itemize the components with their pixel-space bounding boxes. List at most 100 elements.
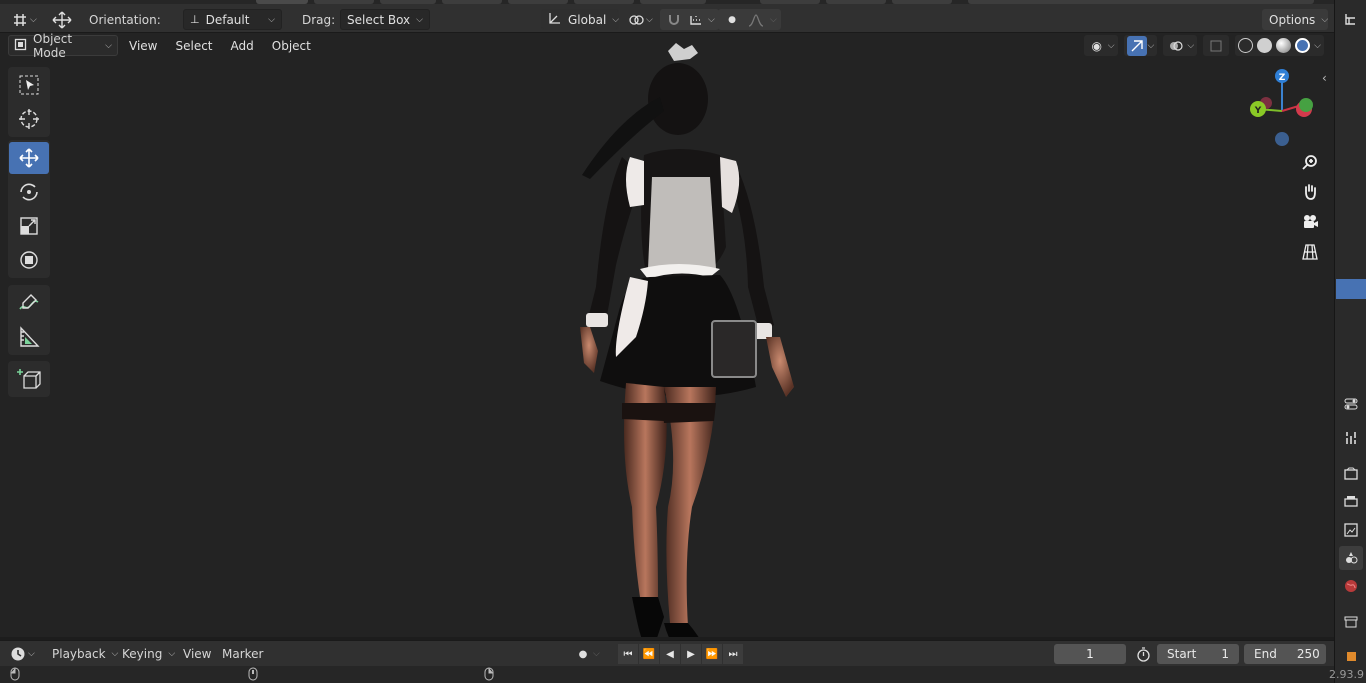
scale-tool[interactable] bbox=[9, 210, 49, 242]
3d-viewport[interactable]: Object Mode ⌵ View Select Add Object ◉ ⌵… bbox=[0, 33, 1334, 637]
chevron-down-icon: ⌵ bbox=[708, 14, 715, 25]
falloff-curve-icon[interactable] bbox=[746, 10, 766, 30]
next-keyframe-icon[interactable]: ⏩ bbox=[702, 644, 722, 664]
clock-icon bbox=[8, 644, 28, 664]
tool-group-select bbox=[8, 67, 50, 137]
move-tool[interactable] bbox=[9, 142, 49, 174]
chevron-down-icon: ⌵ bbox=[416, 14, 423, 25]
current-frame-value: 1 bbox=[1054, 644, 1126, 664]
world-tab-icon[interactable] bbox=[1339, 574, 1363, 598]
proportional-editing-icon[interactable]: ● bbox=[722, 10, 742, 30]
menu-view[interactable]: View bbox=[122, 35, 164, 56]
timeline-view-menu[interactable]: View bbox=[177, 644, 217, 664]
pivot-point-dropdown[interactable]: ⌵ bbox=[626, 9, 653, 30]
gizmo-z-label: Z bbox=[1279, 73, 1286, 83]
gizmo-toggle[interactable]: ⌵ bbox=[1123, 35, 1158, 56]
view-layer-tab-icon[interactable] bbox=[1339, 518, 1363, 542]
wireframe-shading-icon[interactable] bbox=[1238, 38, 1254, 53]
chevron-down-icon: ⌵ bbox=[1147, 40, 1155, 51]
menu-object[interactable]: Object bbox=[265, 35, 318, 56]
mouse-left-icon bbox=[10, 667, 20, 683]
camera-view-icon[interactable] bbox=[1296, 208, 1324, 236]
chevron-down-icon: ⌵ bbox=[593, 649, 600, 659]
start-frame-field[interactable]: Start 1 bbox=[1157, 644, 1239, 664]
timeline-editor-type[interactable]: ⌵ bbox=[8, 644, 35, 664]
collection-tab-icon[interactable] bbox=[1339, 610, 1363, 634]
gizmo-y-label: Y bbox=[1254, 106, 1262, 116]
snap-increment-icon[interactable] bbox=[686, 10, 706, 30]
end-frame-field[interactable]: End 250 bbox=[1244, 644, 1326, 664]
orientation-label: Orientation: bbox=[89, 12, 161, 27]
menu-add[interactable]: Add bbox=[224, 35, 261, 56]
playback-controls: ⏮ ⏪ ◀ ▶ ⏩ ⏭ bbox=[618, 644, 743, 664]
output-tab-icon[interactable] bbox=[1339, 490, 1363, 514]
stopwatch-icon bbox=[1133, 644, 1153, 664]
play-reverse-icon[interactable]: ◀ bbox=[660, 644, 680, 664]
editor-type-button[interactable]: ⌵ bbox=[10, 9, 37, 30]
zoom-icon[interactable] bbox=[1296, 148, 1324, 176]
marker-label: Marker bbox=[222, 647, 264, 661]
add-cube-tool[interactable] bbox=[9, 363, 49, 395]
select-box-tool[interactable] bbox=[9, 69, 49, 101]
playback-menu[interactable]: Playback ⌵ bbox=[46, 644, 118, 664]
global-axis-icon bbox=[548, 11, 562, 28]
prev-keyframe-icon[interactable]: ⏪ bbox=[639, 644, 659, 664]
tool-group-add bbox=[8, 361, 50, 397]
transform-orientation-value: Global bbox=[568, 12, 607, 27]
annotate-tool[interactable] bbox=[9, 287, 49, 319]
pan-hand-icon[interactable] bbox=[1296, 178, 1324, 206]
chevron-down-icon: ⌵ bbox=[1187, 40, 1195, 51]
workspace-tabs-strip bbox=[0, 0, 1334, 4]
rotate-tool[interactable] bbox=[9, 176, 49, 208]
solid-shading-icon[interactable] bbox=[1257, 38, 1273, 53]
render-tab-icon[interactable] bbox=[1339, 462, 1363, 486]
start-value: 1 bbox=[1221, 647, 1229, 661]
options-dropdown[interactable]: Options ⌵ bbox=[1262, 9, 1328, 30]
character-model[interactable] bbox=[560, 37, 820, 637]
perspective-grid-icon[interactable] bbox=[1296, 238, 1324, 266]
jump-start-icon[interactable]: ⏮ bbox=[618, 644, 638, 664]
sidebar-selection-marker bbox=[1336, 279, 1366, 299]
cursor-tool[interactable] bbox=[9, 103, 49, 135]
chevron-down-icon[interactable]: ⌵ bbox=[1314, 41, 1321, 51]
navigation-gizmo[interactable]: Z Y bbox=[1244, 69, 1324, 149]
drag-label: Drag: bbox=[302, 12, 336, 27]
current-frame-field[interactable]: 1 bbox=[1054, 644, 1126, 664]
xray-toggle[interactable] bbox=[1203, 35, 1230, 56]
chevron-down-icon: ⌵ bbox=[168, 649, 176, 659]
viewport-shading-controls: ◉ ⌵ ⌵ ⌵ ⌵ bbox=[1083, 35, 1324, 56]
transform-tool[interactable] bbox=[9, 244, 49, 276]
play-icon[interactable]: ▶ bbox=[681, 644, 701, 664]
measure-tool[interactable] bbox=[9, 321, 49, 353]
visibility-dropdown[interactable]: ◉ ⌵ bbox=[1083, 35, 1118, 56]
chevron-down-icon: ⌵ bbox=[646, 14, 653, 25]
orientation-value: Default bbox=[205, 12, 250, 27]
menu-select[interactable]: Select bbox=[168, 35, 219, 56]
scene-tab-icon[interactable] bbox=[1339, 546, 1363, 570]
drag-value: Select Box bbox=[347, 12, 411, 27]
object-tab-icon[interactable] bbox=[1339, 644, 1363, 668]
transform-tool-icon[interactable] bbox=[50, 9, 74, 30]
overlays-toggle[interactable]: ⌵ bbox=[1163, 35, 1198, 56]
keying-menu[interactable]: Keying ⌵ bbox=[116, 644, 175, 664]
orientation-dropdown[interactable]: ⊥ Default ⌵ bbox=[183, 9, 282, 30]
marker-menu[interactable]: Marker bbox=[216, 644, 269, 664]
snapping-group: ⌵ bbox=[660, 9, 719, 30]
pivot-point-icon bbox=[626, 10, 646, 30]
material-shading-icon[interactable] bbox=[1276, 38, 1292, 53]
playback-label: Playback bbox=[52, 647, 106, 661]
object-mode-dropdown[interactable]: Object Mode ⌵ bbox=[8, 33, 118, 60]
outliner-icon[interactable] bbox=[1339, 8, 1363, 32]
preview-range-toggle[interactable] bbox=[1133, 644, 1153, 664]
rendered-shading-icon[interactable] bbox=[1295, 38, 1311, 53]
tool-settings-tab-icon[interactable] bbox=[1339, 392, 1363, 416]
transform-orientation-dropdown[interactable]: Global ⌵ bbox=[541, 9, 619, 30]
tool-tab-icon[interactable] bbox=[1339, 426, 1363, 450]
jump-end-icon[interactable]: ⏭ bbox=[723, 644, 743, 664]
auto-keying-toggle[interactable]: ● ⌵ bbox=[573, 644, 600, 664]
snap-magnet-icon[interactable] bbox=[664, 10, 684, 30]
drag-dropdown[interactable]: Select Box ⌵ bbox=[340, 9, 430, 30]
chevron-down-icon: ⌵ bbox=[612, 14, 620, 25]
timeline-header: ⌵ Playback ⌵ Keying ⌵ View Marker ● ⌵ ⏮ ⏪ … bbox=[0, 640, 1334, 666]
properties-sidebar bbox=[1334, 0, 1366, 683]
